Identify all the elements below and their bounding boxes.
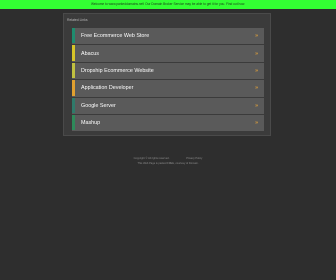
link-item-free-ecommerce-web-store[interactable]: Free Ecommerce Web Store » — [72, 28, 264, 46]
link-item-dropship-ecommerce-website[interactable]: Dropship Ecommerce Website » — [72, 62, 264, 81]
double-chevron-right-icon: » — [255, 33, 258, 40]
top-banner-text[interactable]: Welcome to www.parkeddomains.net! Our Do… — [91, 2, 245, 6]
link-label[interactable]: Google Server — [81, 103, 116, 109]
link-item-abacus[interactable]: Abacus » — [72, 45, 264, 63]
double-chevron-right-icon: » — [255, 85, 258, 92]
link-accent-bar — [72, 45, 75, 61]
link-label[interactable]: Application Developer — [81, 85, 133, 91]
related-links-list: Free Ecommerce Web Store » Abacus » Drop… — [72, 28, 264, 133]
link-label[interactable]: Dropship Ecommerce Website — [81, 68, 154, 74]
link-label[interactable]: Free Ecommerce Web Store — [81, 33, 149, 39]
link-accent-bar — [72, 28, 75, 44]
related-links-panel: Related Links Free Ecommerce Web Store »… — [63, 13, 271, 136]
link-item-google-server[interactable]: Google Server » — [72, 97, 264, 115]
panel-heading: Related Links — [67, 18, 88, 22]
parked-notice: This Web Page is parked FREE, courtesy o… — [137, 162, 199, 165]
double-chevron-right-icon: » — [255, 50, 258, 57]
double-chevron-right-icon: » — [255, 120, 258, 127]
link-accent-bar — [72, 114, 75, 131]
top-banner[interactable]: Welcome to www.parkeddomains.net! Our Do… — [0, 0, 336, 9]
copyright-text: Copyright © All rights reserved. — [133, 157, 170, 160]
link-accent-bar — [72, 97, 75, 113]
link-label[interactable]: Abacus — [81, 51, 99, 57]
link-accent-bar — [72, 80, 75, 96]
footer: Copyright © All rights reserved. Privacy… — [0, 156, 336, 166]
double-chevron-right-icon: » — [255, 102, 258, 109]
link-label[interactable]: Mashup — [81, 120, 100, 126]
link-accent-bar — [72, 62, 75, 79]
link-item-mashup[interactable]: Mashup » — [72, 114, 264, 133]
privacy-policy-link[interactable]: Privacy Policy — [186, 157, 202, 160]
link-item-application-developer[interactable]: Application Developer » — [72, 80, 264, 98]
double-chevron-right-icon: » — [255, 67, 258, 74]
